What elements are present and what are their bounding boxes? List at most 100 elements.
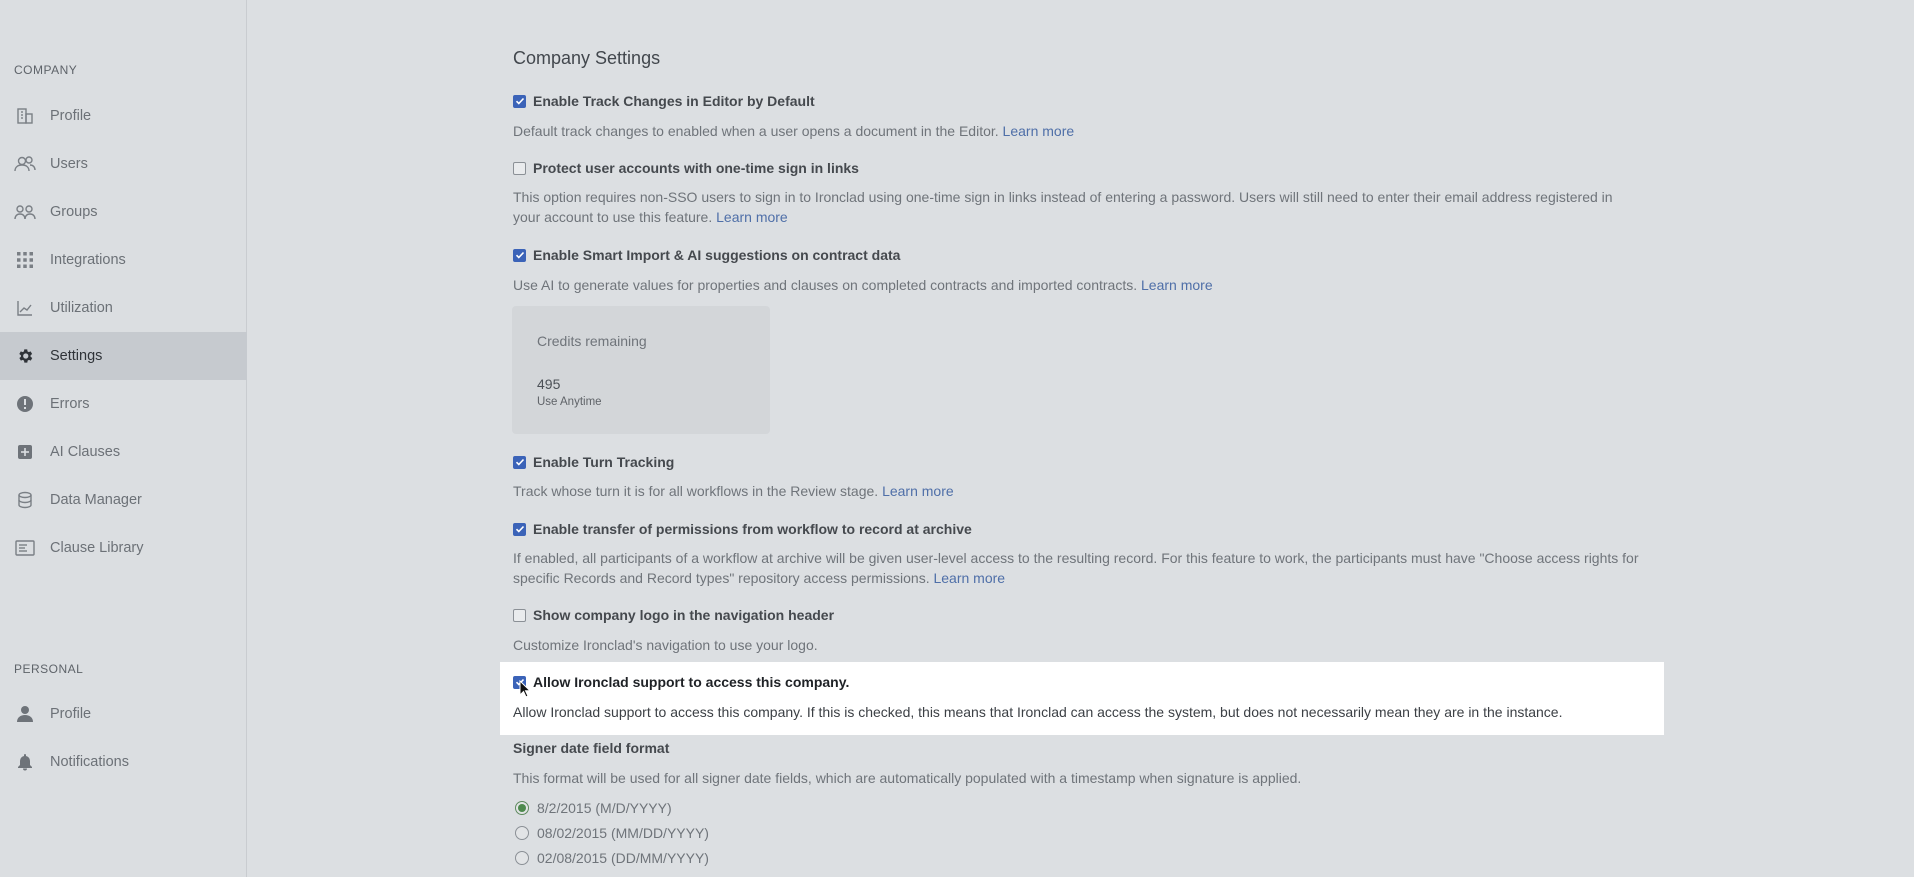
- check-icon: [515, 251, 524, 259]
- ai-plus-icon: [14, 441, 36, 463]
- signer-date-description: This format will be used for all signer …: [513, 770, 1302, 786]
- person-icon: [14, 703, 36, 725]
- option-description: Default track changes to enabled when a …: [513, 121, 1643, 141]
- smart-import-checkbox[interactable]: [513, 248, 526, 262]
- sidebar-item-clause-library[interactable]: Clause Library: [0, 524, 247, 572]
- page-title: Company Settings: [513, 48, 661, 68]
- learn-more-link[interactable]: Learn more: [1141, 277, 1213, 293]
- date-format-radio-selected[interactable]: [515, 801, 529, 815]
- sidebar-item-label: Data Manager: [50, 492, 142, 508]
- option-desc-text: Default track changes to enabled when a …: [513, 123, 999, 139]
- option-description: Use AI to generate values for properties…: [513, 275, 1643, 295]
- sidebar-item-label: Groups: [50, 204, 98, 220]
- personal-section-label: PERSONAL: [14, 662, 84, 676]
- option-label: Enable Track Changes in Editor by Defaul…: [533, 93, 815, 109]
- sidebar-item-label: Clause Library: [50, 540, 144, 556]
- company-logo-checkbox[interactable]: [513, 608, 526, 622]
- database-icon: [14, 489, 36, 511]
- groups-icon: [14, 201, 36, 223]
- option-description: If enabled, all participants of a workfl…: [513, 548, 1643, 588]
- sidebar-item-label: AI Clauses: [50, 444, 121, 460]
- option-label: Enable Turn Tracking: [533, 454, 675, 470]
- building-icon: [14, 105, 36, 127]
- date-format-option[interactable]: 8/2/2015 (M/D/YYYY): [515, 800, 672, 816]
- learn-more-link[interactable]: Learn more: [933, 570, 1005, 586]
- option-smart-import: Enable Smart Import & AI suggestions on …: [513, 247, 900, 263]
- date-format-radio[interactable]: [515, 826, 529, 840]
- option-desc-text: Track whose turn it is for all workflows…: [513, 483, 879, 499]
- date-format-option[interactable]: 08/02/2015 (MM/DD/YYYY): [515, 825, 709, 841]
- company-section-label: COMPANY: [14, 63, 78, 77]
- option-desc-text: Customize Ironclad's navigation to use y…: [513, 637, 818, 653]
- signer-date-title: Signer date field format: [513, 740, 670, 756]
- option-turn-tracking: Enable Turn Tracking: [513, 454, 674, 470]
- sidebar-item-integrations[interactable]: Integrations: [0, 236, 247, 284]
- sidebar-item-label: Users: [50, 156, 88, 172]
- option-label: Show company logo in the navigation head…: [533, 607, 835, 623]
- sidebar-item-personal-profile[interactable]: Profile: [0, 690, 247, 738]
- option-transfer-permissions: Enable transfer of permissions from work…: [513, 521, 972, 537]
- sidebar-item-notifications[interactable]: Notifications: [0, 738, 247, 786]
- one-time-sign-in-checkbox[interactable]: [513, 161, 526, 175]
- date-format-radio[interactable]: [515, 851, 529, 865]
- sidebar-item-company-profile[interactable]: Profile: [0, 92, 247, 140]
- learn-more-link[interactable]: Learn more: [1003, 123, 1075, 139]
- track-changes-checkbox[interactable]: [513, 94, 526, 108]
- check-icon: [515, 97, 524, 105]
- sidebar-item-data-manager[interactable]: Data Manager: [0, 476, 247, 524]
- option-desc-text: If enabled, all participants of a workfl…: [513, 550, 1639, 586]
- option-desc-text: This option requires non-SSO users to si…: [513, 189, 1613, 225]
- users-icon: [14, 153, 36, 175]
- turn-tracking-checkbox[interactable]: [513, 455, 526, 469]
- learn-more-link[interactable]: Learn more: [882, 483, 954, 499]
- option-desc-text: Use AI to generate values for properties…: [513, 277, 1138, 293]
- grid-icon: [14, 249, 36, 271]
- mouse-cursor-icon: [519, 679, 532, 703]
- sidebar-item-label: Settings: [50, 348, 103, 364]
- sidebar-item-utilization[interactable]: Utilization: [0, 284, 247, 332]
- highlighted-option-panel: [500, 662, 1664, 735]
- credits-card: Credits remaining 495 Use Anytime: [512, 306, 770, 434]
- sidebar-item-label: Profile: [50, 108, 92, 124]
- option-desc-text: Allow Ironclad support to access this co…: [513, 704, 1563, 720]
- credits-value: 495: [537, 376, 561, 392]
- date-format-label: 02/08/2015 (DD/MM/YYYY): [537, 850, 709, 866]
- option-description: Customize Ironclad's navigation to use y…: [513, 635, 1643, 655]
- sidebar-item-label: Errors: [50, 396, 90, 412]
- option-one-time-sign-in: Protect user accounts with one-time sign…: [513, 160, 859, 176]
- option-description: Allow Ironclad support to access this co…: [513, 702, 1643, 722]
- credits-subtitle: Use Anytime: [537, 396, 602, 408]
- sidebar-item-label: Integrations: [50, 252, 126, 268]
- gear-icon: [14, 345, 36, 367]
- sidebar-item-settings[interactable]: Settings: [0, 332, 247, 380]
- option-label: Enable Smart Import & AI suggestions on …: [533, 247, 901, 263]
- sidebar-item-label: Utilization: [50, 300, 113, 316]
- sidebar-item-errors[interactable]: Errors: [0, 380, 247, 428]
- option-label: Protect user accounts with one-time sign…: [533, 160, 859, 176]
- option-label: Enable transfer of permissions from work…: [533, 521, 972, 537]
- option-company-logo: Show company logo in the navigation head…: [513, 607, 834, 623]
- sidebar-item-label: Notifications: [50, 754, 129, 770]
- sidebar-item-ai-clauses[interactable]: AI Clauses: [0, 428, 247, 476]
- learn-more-link[interactable]: Learn more: [716, 209, 788, 225]
- option-ironclad-support-access: Allow Ironclad support to access this co…: [513, 674, 849, 690]
- bell-icon: [14, 751, 36, 773]
- option-description: This option requires non-SSO users to si…: [513, 187, 1643, 227]
- sidebar-item-label: Profile: [50, 706, 92, 722]
- check-icon: [515, 525, 524, 533]
- option-description: Track whose turn it is for all workflows…: [513, 481, 1643, 501]
- chart-icon: [14, 297, 36, 319]
- check-icon: [515, 458, 524, 466]
- transfer-permissions-checkbox[interactable]: [513, 522, 526, 536]
- alert-icon: [14, 393, 36, 415]
- sidebar-item-groups[interactable]: Groups: [0, 188, 247, 236]
- date-format-label: 8/2/2015 (M/D/YYYY): [537, 800, 672, 816]
- sidebar: COMPANY Profile Users Groups Integration…: [0, 0, 247, 877]
- option-label: Allow Ironclad support to access this co…: [533, 674, 850, 690]
- date-format-label: 08/02/2015 (MM/DD/YYYY): [537, 825, 709, 841]
- sidebar-item-users[interactable]: Users: [0, 140, 247, 188]
- library-icon: [14, 537, 36, 559]
- credits-title: Credits remaining: [537, 333, 647, 349]
- option-track-changes: Enable Track Changes in Editor by Defaul…: [513, 93, 815, 109]
- date-format-option[interactable]: 02/08/2015 (DD/MM/YYYY): [515, 850, 709, 866]
